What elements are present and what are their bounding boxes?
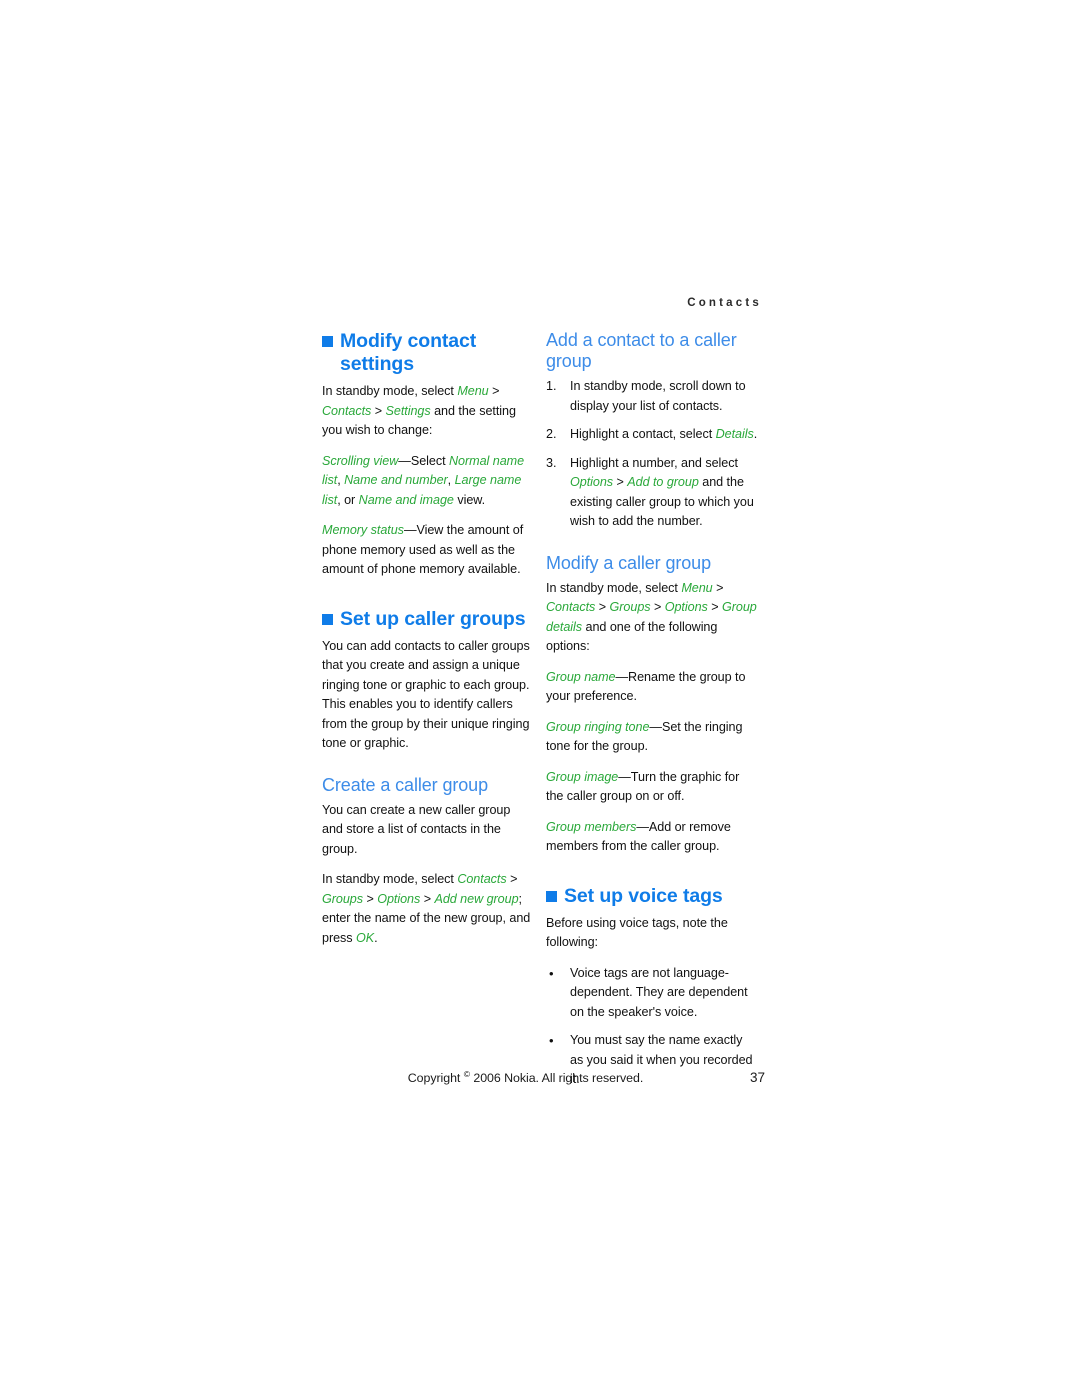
text-seg: —Select <box>398 453 449 468</box>
text-seg: > <box>363 891 378 906</box>
right-column: Add a contact to a caller group In stand… <box>546 330 758 1101</box>
options-term: Options <box>570 475 614 489</box>
contacts-term: Contacts <box>546 600 596 614</box>
heading-text: Set up voice tags <box>564 884 723 907</box>
paragraph-group-name: Group name—Rename the group to your pref… <box>546 668 758 707</box>
settings-term: Settings <box>385 403 431 418</box>
list-item: Voice tags are not language-dependent. T… <box>546 964 758 1023</box>
list-item: Highlight a number, and select Options >… <box>546 454 758 532</box>
options-term: Options <box>664 600 708 614</box>
heading-add-a-contact-to-a-caller-group: Add a contact to a caller group <box>546 330 737 371</box>
heading-set-up-voice-tags: Set up voice tags <box>546 885 758 908</box>
blue-square-icon <box>546 890 557 902</box>
text-seg: In standby mode, select <box>546 580 682 595</box>
contacts-term: Contacts <box>457 872 507 886</box>
text-seg: > <box>506 872 518 886</box>
text-seg: In standby mode, select <box>322 872 458 886</box>
scrolling-view-term: Scrolling view <box>322 453 399 468</box>
list-add-contact-steps: In standby mode, scroll down to display … <box>546 377 758 532</box>
text-seg: . <box>374 930 378 945</box>
manual-page: Contacts Modify contact settings In stan… <box>0 0 1080 1397</box>
group-name-term: Group name <box>546 669 616 684</box>
page-number: 37 <box>749 1070 765 1085</box>
paragraph-create-group-intro: You can create a new caller group and st… <box>322 802 511 856</box>
page-footer: Copyright © 2006 Nokia. All rights reser… <box>322 1070 765 1085</box>
blue-square-icon <box>322 336 333 347</box>
text-seg: > <box>650 600 665 614</box>
group-image-term: Group image <box>546 769 619 784</box>
heading-modify-contact-settings: Modify contact settings <box>322 330 534 376</box>
heading-modify-a-caller-group: Modify a caller group <box>546 552 711 573</box>
heading-text: Set up caller groups <box>340 607 526 630</box>
two-column-layout: Modify contact settings In standby mode,… <box>322 330 765 1101</box>
text-seg: > <box>420 891 435 906</box>
list-item: In standby mode, scroll down to display … <box>546 377 758 416</box>
details-term: Details <box>715 427 754 441</box>
paragraph-caller-groups-intro: You can add contacts to caller groups th… <box>322 638 530 751</box>
menu-term: Menu <box>681 580 713 595</box>
left-column: Modify contact settings In standby mode,… <box>322 330 534 1101</box>
paragraph-group-image: Group image—Turn the graphic for the cal… <box>546 768 758 807</box>
paragraph-scrolling-view: Scrolling view—Select Normal name list, … <box>322 452 534 511</box>
text-seg: view. <box>453 492 486 507</box>
memory-status-term: Memory status <box>322 523 404 537</box>
add-new-group-term: Add new group <box>434 891 519 906</box>
text-seg: In standby mode, scroll down to display … <box>570 379 746 413</box>
paragraph-settings-intro: In standby mode, select Menu > Contacts … <box>322 382 534 441</box>
text-seg: > <box>613 475 628 489</box>
copyright-mark-icon: © <box>463 1068 470 1079</box>
name-and-number-term: Name and number <box>344 473 448 487</box>
text-seg: , or <box>337 492 359 507</box>
copyright-suffix: 2006 Nokia. All rights reserved. <box>473 1071 644 1085</box>
running-header: Contacts <box>687 297 762 309</box>
text-seg: Highlight a contact, select <box>570 427 716 441</box>
name-and-image-term: Name and image <box>358 492 454 507</box>
paragraph-modify-group-path: In standby mode, select Menu > Contacts … <box>546 579 758 657</box>
text-seg: > <box>707 600 722 614</box>
contacts-term: Contacts <box>322 403 372 418</box>
list-item: Highlight a contact, select Details. <box>546 425 758 445</box>
text-seg: > <box>371 403 386 418</box>
group-members-term: Group members <box>546 819 637 834</box>
copyright-notice: Copyright © 2006 Nokia. All rights reser… <box>322 1068 729 1085</box>
menu-term: Menu <box>457 384 489 398</box>
copyright-prefix: Copyright <box>407 1071 461 1085</box>
ok-term: OK <box>356 930 375 945</box>
heading-create-a-caller-group: Create a caller group <box>322 774 488 795</box>
heading-text: Modify contact settings <box>340 330 477 375</box>
text-seg: > <box>595 600 610 614</box>
text-seg: , <box>447 473 455 487</box>
paragraph-memory-status: Memory status—View the amount of phone m… <box>322 521 534 580</box>
heading-set-up-caller-groups: Set up caller groups <box>322 608 534 631</box>
groups-term: Groups <box>609 600 651 614</box>
paragraph-voice-tags-intro: Before using voice tags, note the follow… <box>546 915 728 950</box>
text-seg: > <box>712 580 724 595</box>
groups-term: Groups <box>322 891 363 906</box>
blue-square-icon <box>322 613 333 625</box>
text-seg: Highlight a number, and select <box>570 455 738 470</box>
text-seg: In standby mode, select <box>322 384 458 398</box>
text-seg: . <box>753 427 758 441</box>
text-seg: > <box>488 384 500 398</box>
paragraph-group-ringing-tone: Group ringing tone—Set the ringing tone … <box>546 718 758 757</box>
group-ringing-tone-term: Group ringing tone <box>546 719 650 734</box>
paragraph-group-members: Group members—Add or remove members from… <box>546 818 758 857</box>
add-to-group-term: Add to group <box>627 475 699 489</box>
options-term: Options <box>377 891 421 906</box>
paragraph-create-group-steps: In standby mode, select Contacts > Group… <box>322 870 534 948</box>
